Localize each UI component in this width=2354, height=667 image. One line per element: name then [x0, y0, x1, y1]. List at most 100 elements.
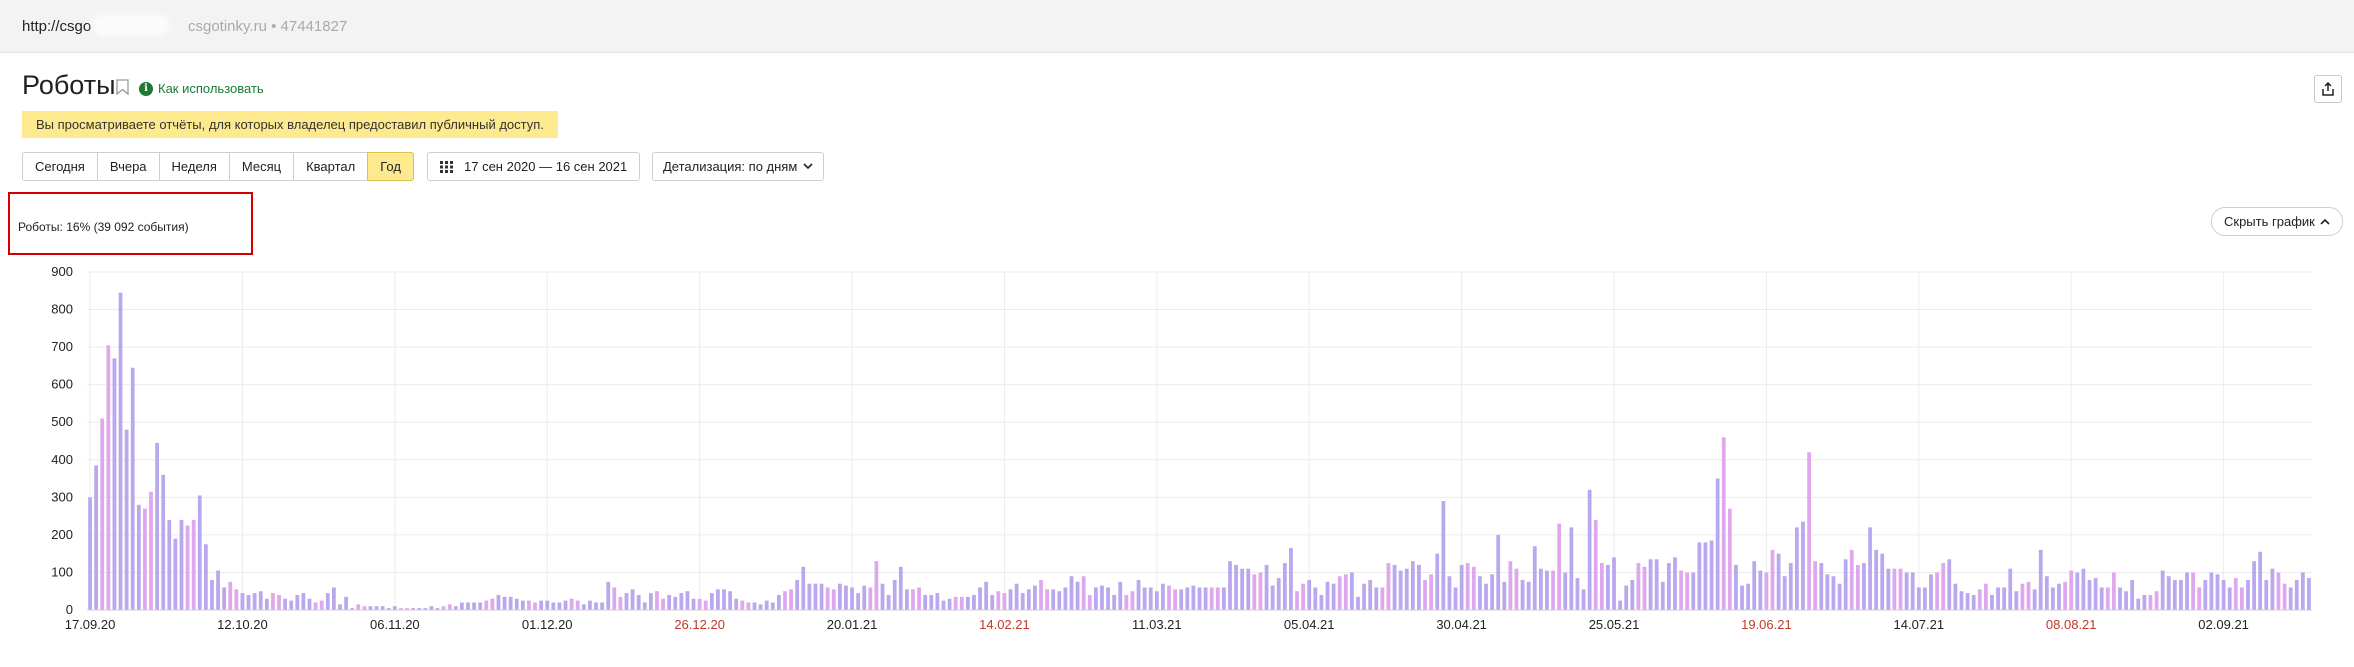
chart-bar[interactable] [271, 593, 275, 610]
chart-bar[interactable] [447, 604, 452, 610]
chart-bar[interactable] [1770, 549, 1775, 610]
chart-bar[interactable] [1795, 527, 1799, 610]
chart-bar[interactable] [1502, 581, 1507, 610]
chart-bar[interactable] [1130, 591, 1135, 610]
period-week[interactable]: Неделя [158, 152, 230, 181]
chart-bar[interactable] [1563, 572, 1568, 610]
chart-bar[interactable] [990, 594, 995, 610]
chart-bar[interactable] [490, 598, 495, 610]
chart-bar[interactable] [1270, 585, 1275, 610]
chart-bar[interactable] [1264, 564, 1269, 610]
chart-bar[interactable] [2179, 579, 2183, 610]
chart-bar[interactable] [1782, 576, 1787, 610]
chart-bar[interactable] [319, 600, 324, 610]
chart-bar[interactable] [1368, 579, 1373, 610]
chart-bar[interactable] [2270, 568, 2275, 610]
chart-bar[interactable] [1709, 540, 1714, 610]
chart-bar[interactable] [1173, 589, 1178, 610]
chart-bar[interactable] [2057, 583, 2061, 610]
chart-bar[interactable] [1947, 559, 1952, 610]
chart-bar[interactable] [606, 581, 611, 610]
url-text[interactable]: http://csgo [22, 18, 91, 35]
chart-bar[interactable] [1996, 587, 2000, 610]
chart-bar[interactable] [770, 602, 775, 610]
chart-bar[interactable] [1228, 561, 1232, 610]
chart-bar[interactable] [557, 602, 562, 610]
chart-bar[interactable] [1977, 589, 1982, 610]
chart-bar[interactable] [2124, 591, 2128, 610]
chart-bar[interactable] [563, 600, 568, 610]
chart-bar[interactable] [1508, 561, 1513, 610]
chart-bar[interactable] [624, 593, 629, 610]
chart-bar[interactable] [1727, 508, 1732, 610]
chart-bar[interactable] [1276, 578, 1281, 610]
chart-bar[interactable] [1569, 527, 1574, 610]
chart-bar[interactable] [185, 525, 190, 611]
chart-bar[interactable] [1057, 591, 1062, 610]
chart-bar[interactable] [1874, 549, 1879, 610]
chart-bar[interactable] [2099, 587, 2104, 610]
chart-bar[interactable] [1447, 576, 1452, 610]
chart-bar[interactable] [874, 561, 879, 610]
chart-bar[interactable] [2118, 587, 2122, 610]
chart-bar[interactable] [1435, 553, 1440, 610]
chart-bar[interactable] [807, 583, 812, 610]
chart-bar[interactable] [1404, 568, 1409, 610]
chart-bar[interactable] [2300, 572, 2305, 610]
chart-bar[interactable] [1112, 594, 1117, 610]
chart-bar[interactable] [2307, 578, 2311, 610]
chart-bar[interactable] [1953, 583, 1958, 610]
chart-bar[interactable] [1654, 559, 1659, 610]
chart-bar[interactable] [1599, 563, 1604, 610]
chart-bar[interactable] [1051, 589, 1056, 610]
chart-bar[interactable] [923, 594, 928, 610]
chart-bar[interactable] [1660, 581, 1665, 610]
chart-bar[interactable] [764, 600, 769, 610]
chart-bar[interactable] [917, 587, 921, 610]
chart-bar[interactable] [1892, 568, 1897, 610]
chart-bar[interactable] [1734, 564, 1738, 610]
chart-bar[interactable] [1849, 549, 1854, 610]
chart-bar[interactable] [1258, 572, 1263, 610]
chart-bar[interactable] [965, 596, 970, 610]
chart-bar[interactable] [2008, 568, 2013, 610]
chart-bar[interactable] [734, 598, 739, 610]
chart-bar[interactable] [1350, 572, 1354, 610]
chart-bar[interactable] [527, 600, 531, 610]
chart-bar[interactable] [600, 602, 604, 610]
chart-bar[interactable] [283, 598, 288, 610]
chart-bar[interactable] [301, 593, 306, 610]
chart-bar[interactable] [2227, 587, 2232, 610]
chart-bar[interactable] [569, 598, 574, 610]
chart-bar[interactable] [2142, 594, 2147, 610]
chart-bar[interactable] [1380, 587, 1385, 610]
chart-bar[interactable] [2130, 579, 2135, 610]
chart-bar[interactable] [460, 602, 464, 610]
chart-bar[interactable] [1008, 589, 1013, 610]
chart-bar[interactable] [1526, 581, 1531, 610]
chart-bar[interactable] [673, 596, 678, 610]
detail-dropdown[interactable]: Детализация: по дням [652, 152, 825, 181]
chart-bar[interactable] [1764, 572, 1769, 610]
chart-bar[interactable] [825, 587, 830, 610]
chart-bar[interactable] [2136, 598, 2141, 610]
chart-bar[interactable] [1307, 579, 1312, 610]
chart-bar[interactable] [2148, 594, 2153, 610]
chart-bar[interactable] [203, 544, 208, 610]
chart-bar[interactable] [1904, 572, 1909, 610]
chart-bar[interactable] [118, 292, 123, 610]
chart-bar[interactable] [1234, 564, 1238, 610]
chart-bar[interactable] [1935, 572, 1939, 610]
chart-bar[interactable] [173, 538, 178, 610]
chart-bar[interactable] [667, 594, 672, 610]
chart-bar[interactable] [612, 587, 617, 610]
chart-bar[interactable] [1490, 574, 1494, 610]
chart-bar[interactable] [758, 604, 763, 610]
chart-bar[interactable] [2044, 576, 2049, 610]
chart-bar[interactable] [136, 504, 141, 610]
chart-bar[interactable] [453, 606, 458, 610]
chart-bar[interactable] [978, 587, 982, 610]
chart-bar[interactable] [1203, 587, 1208, 610]
chart-bar[interactable] [630, 589, 635, 610]
chart-bar[interactable] [886, 594, 891, 610]
